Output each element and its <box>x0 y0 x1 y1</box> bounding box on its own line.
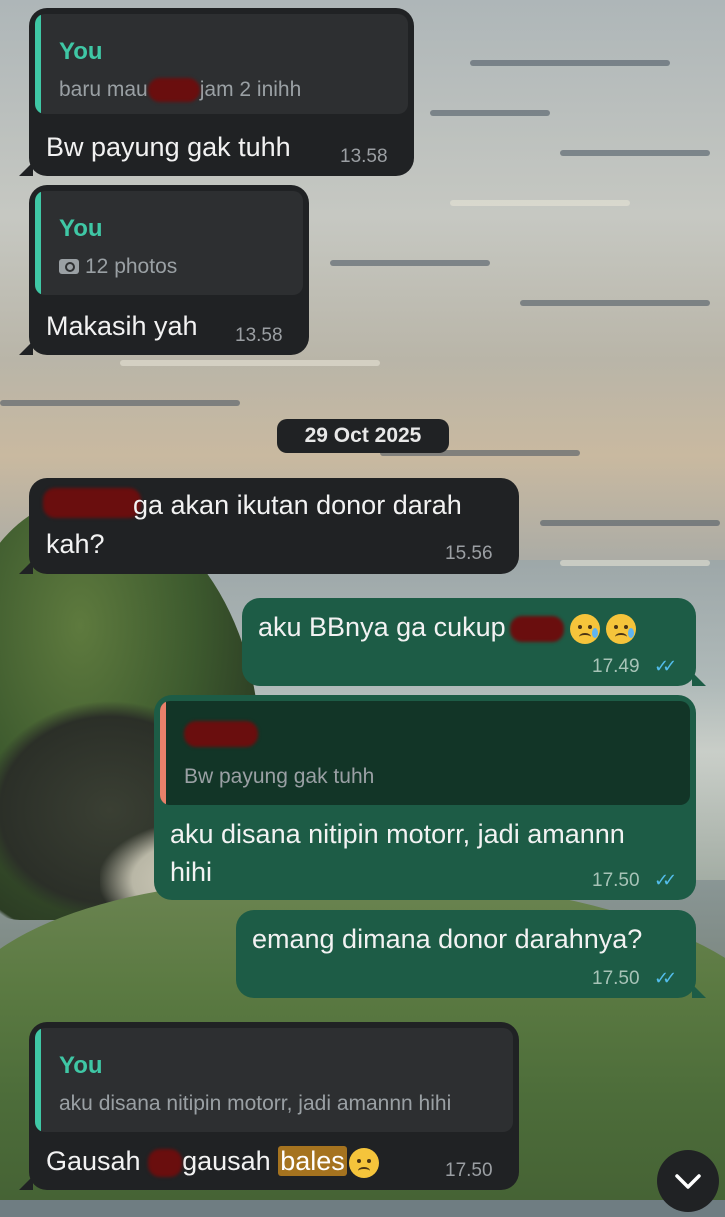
message-time: 13.58 <box>340 146 388 167</box>
quote-text-part: 12 photos <box>85 255 178 278</box>
quote-text: 12 photos <box>59 255 177 279</box>
redacted-mark <box>148 1148 183 1177</box>
redacted-mark <box>147 78 200 103</box>
redacted-mark <box>184 721 258 747</box>
reply-quote[interactable]: You baru mau jam 2 inihh <box>35 14 408 114</box>
scroll-to-bottom-button[interactable] <box>657 1150 719 1212</box>
crying-face-emoji <box>569 613 600 644</box>
quote-text: aku disana nitipin motorr, jadi amannn h… <box>59 1092 452 1115</box>
quote-author: You <box>59 1052 103 1079</box>
message-text: aku disana nitipin motorr, jadi amannn <box>170 819 625 849</box>
message-text: ga akan ikutan donor darah <box>133 490 462 520</box>
camera-icon <box>59 259 79 274</box>
quote-text-part: baru mau <box>59 78 148 101</box>
message-time: 17.50 <box>592 968 640 989</box>
message-text-part: Gausah <box>46 1146 141 1176</box>
message-bubble-incoming[interactable]: ga akan ikutan donor darah kah? 15.56 <box>19 478 519 574</box>
quote-text: baru mau jam 2 inihh <box>59 78 302 103</box>
quote-author: You <box>59 38 103 65</box>
message-time: 17.49 <box>592 656 640 677</box>
message-bubble-incoming[interactable]: You baru mau jam 2 inihh Bw payung gak tu… <box>19 8 414 176</box>
quote-text: Bw payung gak tuhh <box>184 765 375 788</box>
quote-bar <box>35 191 41 295</box>
chat-thread: You baru mau jam 2 inihh Bw payung gak tu… <box>0 0 725 1212</box>
message-text: kah? <box>46 529 105 559</box>
message-text-part: aku BBnya ga cukup <box>258 612 506 642</box>
redacted-mark <box>43 488 141 518</box>
quote-text-part: jam 2 inihh <box>199 78 302 101</box>
double-check-icon: ✓✓ <box>654 870 677 890</box>
message-bubble-outgoing[interactable]: aku BBnya ga cukup 17.49 ✓✓ <box>242 598 706 686</box>
message-bubble-outgoing[interactable]: Bw payung gak tuhh aku disana nitipin mo… <box>154 695 696 900</box>
message-text: Makasih yah <box>46 311 198 341</box>
date-separator: 29 Oct 2025 <box>277 419 449 453</box>
quote-bar <box>35 14 41 114</box>
message-time: 13.58 <box>235 325 283 346</box>
message-text: hihi <box>170 857 213 887</box>
message-text: Gausah gausah bales <box>46 1142 379 1180</box>
message-time: 17.50 <box>592 870 640 891</box>
quote-author: You <box>59 215 103 242</box>
quote-bar <box>160 701 166 805</box>
double-check-icon: ✓✓ <box>654 656 677 676</box>
message-text: aku BBnya ga cukup <box>258 608 636 646</box>
redacted-mark <box>509 615 564 642</box>
crying-face-emoji <box>605 613 636 644</box>
reply-quote[interactable]: You aku disana nitipin motorr, jadi aman… <box>35 1028 513 1132</box>
message-bubble-incoming[interactable]: You aku disana nitipin motorr, jadi aman… <box>19 1022 519 1190</box>
message-text-part: gausah <box>182 1146 271 1176</box>
quote-bar <box>35 1028 41 1132</box>
message-text: Bw payung gak tuhh <box>46 132 291 162</box>
message-text: emang dimana donor darahnya? <box>252 924 643 954</box>
chevron-down-icon <box>675 1174 701 1189</box>
disappointed-face-emoji <box>348 1147 379 1178</box>
double-check-icon: ✓✓ <box>654 968 677 988</box>
message-bubble-incoming[interactable]: You 12 photos Makasih yah 13.58 <box>19 185 309 355</box>
message-time: 15.56 <box>445 543 493 564</box>
reply-quote[interactable]: You 12 photos <box>35 191 303 295</box>
reply-quote[interactable]: Bw payung gak tuhh <box>160 701 690 805</box>
highlighted-text: bales <box>278 1146 347 1176</box>
message-time: 17.50 <box>445 1160 493 1181</box>
message-bubble-outgoing[interactable]: emang dimana donor darahnya? 17.50 ✓✓ <box>236 910 706 998</box>
